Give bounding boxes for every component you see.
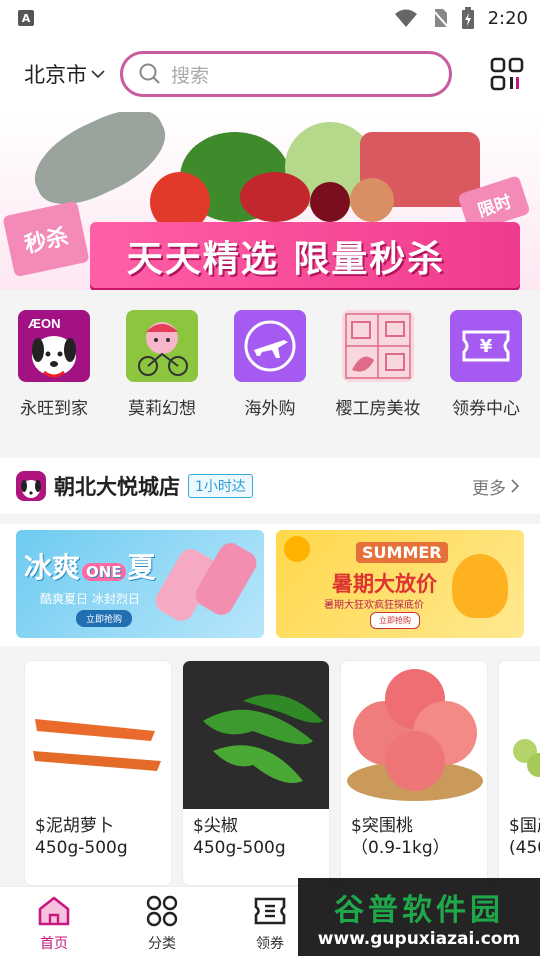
watermark-text: 谷普软件园 bbox=[334, 893, 504, 928]
status-icons: 2:20 bbox=[394, 7, 528, 29]
store-header[interactable]: 朝北大悦城店 1小时达 更多 bbox=[0, 458, 540, 514]
tab-home[interactable]: 首页 bbox=[0, 895, 108, 953]
city-label: 北京市 bbox=[24, 63, 87, 87]
duck-toy-image bbox=[452, 554, 508, 618]
tab-category[interactable]: 分类 bbox=[108, 895, 216, 953]
svg-text:ÆON: ÆON bbox=[28, 316, 61, 331]
ticket-icon bbox=[254, 897, 286, 925]
product-name: $国产 bbox=[509, 816, 540, 836]
popsicle-image-2 bbox=[191, 538, 261, 620]
city-selector[interactable]: 北京市 bbox=[24, 59, 120, 89]
aeon-logo-icon: ÆON bbox=[18, 310, 90, 382]
promo-banners: 冰爽 ONE 夏 酷爽夏日 冰封烈日 立即抢购 SUMMER 暑期大放价 暑期大狂欢… bbox=[0, 524, 540, 646]
notification-icon: A bbox=[18, 10, 34, 26]
product-image-pepper bbox=[183, 661, 329, 809]
coupon-icon: ¥ bbox=[450, 310, 522, 382]
product-card[interactable]: $突围桃 （0.9-1kg） bbox=[340, 660, 488, 886]
product-name: $突围桃 bbox=[351, 816, 413, 836]
product-image-peach bbox=[341, 661, 487, 809]
product-spec: 450g-500g bbox=[35, 838, 128, 858]
more-label: 更多 bbox=[472, 478, 506, 499]
tab-label: 分类 bbox=[148, 936, 176, 952]
quick-nav-label: 海外购 bbox=[244, 399, 296, 419]
chevron-down-icon bbox=[91, 70, 105, 79]
watermark-url: www.gupuxiazai.com bbox=[317, 929, 521, 949]
status-time: 2:20 bbox=[487, 7, 528, 29]
product-name: $泥胡萝卜 bbox=[35, 816, 114, 836]
promo-ice-headline: 冰爽 ONE 夏 bbox=[24, 546, 156, 586]
header: 北京市 搜索 bbox=[0, 36, 540, 112]
tag-left-text: 秒杀 bbox=[22, 224, 71, 259]
promo-summer-sale[interactable]: SUMMER 暑期大放价 暑期大狂欢疯狂探底价 立即抢购 bbox=[276, 530, 524, 638]
delivery-badge: 1小时达 bbox=[188, 474, 253, 498]
promo-sale-button[interactable]: 立即抢购 bbox=[370, 612, 420, 629]
quick-nav-label: 领券中心 bbox=[452, 399, 520, 419]
banner-slogan: 天天精选 限量秒杀 bbox=[126, 239, 446, 280]
home-icon bbox=[38, 896, 70, 926]
tag-right-text: 限时 bbox=[475, 191, 515, 222]
quick-nav-item-molly[interactable]: 莫莉幻想 bbox=[108, 310, 216, 419]
product-card[interactable]: $尖椒 450g-500g bbox=[182, 660, 330, 886]
chevron-right-icon bbox=[511, 479, 520, 493]
quick-nav-item-sakura[interactable]: 樱工房美妆 bbox=[324, 310, 432, 419]
store-logo-icon bbox=[16, 471, 46, 501]
product-name: $尖椒 bbox=[193, 816, 238, 836]
site-watermark: 谷普软件园 www.gupuxiazai.com bbox=[298, 878, 540, 956]
tab-label: 首页 bbox=[40, 936, 68, 952]
product-card[interactable]: $泥胡萝卜 450g-500g bbox=[24, 660, 172, 886]
product-image-grape bbox=[499, 661, 540, 809]
molly-fantasy-icon bbox=[126, 310, 198, 382]
promo-ice-headline-a: 冰爽 bbox=[24, 551, 81, 584]
quick-nav-label: 莫莉幻想 bbox=[128, 399, 196, 419]
search-input[interactable]: 搜索 bbox=[120, 51, 452, 97]
product-card[interactable]: $国产 (450 bbox=[498, 660, 540, 886]
product-spec: (450 bbox=[509, 838, 540, 858]
quick-nav-label: 樱工房美妆 bbox=[335, 399, 421, 419]
tag-left: 秒杀 bbox=[2, 200, 90, 278]
status-bar: A 2:20 bbox=[0, 0, 540, 36]
promo-ice-headline-c: 夏 bbox=[127, 551, 156, 584]
quick-nav-item-overseas[interactable]: 海外购 bbox=[216, 310, 324, 419]
product-spec: （0.9-1kg） bbox=[351, 838, 450, 858]
category-grid-icon bbox=[146, 895, 178, 927]
product-carousel: $泥胡萝卜 450g-500g $尖椒 450g-500g $突围桃 （0.9-… bbox=[0, 646, 540, 886]
airplane-icon bbox=[234, 310, 306, 382]
search-placeholder: 搜索 bbox=[171, 64, 210, 87]
sun-icon bbox=[284, 536, 310, 562]
quick-nav-label: 永旺到家 bbox=[20, 399, 88, 419]
store-name: 朝北大悦城店 bbox=[54, 475, 180, 499]
tab-label: 领券 bbox=[256, 936, 284, 952]
promo-sale-subtitle: 暑期大狂欢疯狂探底价 bbox=[324, 600, 424, 611]
promo-summer-ice[interactable]: 冰爽 ONE 夏 酷爽夏日 冰封烈日 立即抢购 bbox=[16, 530, 264, 638]
quick-nav: ÆON 永旺到家 莫莉幻想 海外购 樱工房美妆 ¥ 领券中心 bbox=[0, 290, 540, 450]
quick-nav-item-coupon[interactable]: ¥ 领券中心 bbox=[432, 310, 540, 419]
promo-ice-headline-b: ONE bbox=[82, 563, 126, 581]
coupon-yen-glyph: ¥ bbox=[480, 336, 493, 357]
more-link[interactable]: 更多 bbox=[472, 474, 520, 499]
banner-cherry-image bbox=[310, 182, 350, 222]
product-image-carrot bbox=[25, 661, 171, 809]
promo-sale-title: 暑期大放价 bbox=[332, 572, 437, 596]
promo-ice-button[interactable]: 立即抢购 bbox=[76, 610, 133, 627]
search-icon bbox=[139, 63, 160, 84]
sakura-workshop-icon bbox=[342, 310, 414, 382]
quick-nav-item-aeon[interactable]: ÆON 永旺到家 bbox=[0, 310, 108, 419]
no-sim-icon bbox=[431, 8, 448, 28]
promo-sale-tag: SUMMER bbox=[356, 542, 448, 563]
qr-scan-icon[interactable] bbox=[490, 57, 524, 91]
banner-pomegranate-image bbox=[240, 172, 310, 222]
promo-ice-subtitle: 酷爽夏日 冰封烈日 bbox=[40, 592, 140, 606]
wifi-icon bbox=[394, 9, 417, 27]
product-spec: 450g-500g bbox=[193, 838, 286, 858]
promo-banner[interactable]: 秒杀 限时 天天精选 限量秒杀 bbox=[0, 112, 540, 290]
battery-charging-icon bbox=[461, 7, 474, 29]
banner-onion-image bbox=[350, 178, 394, 222]
